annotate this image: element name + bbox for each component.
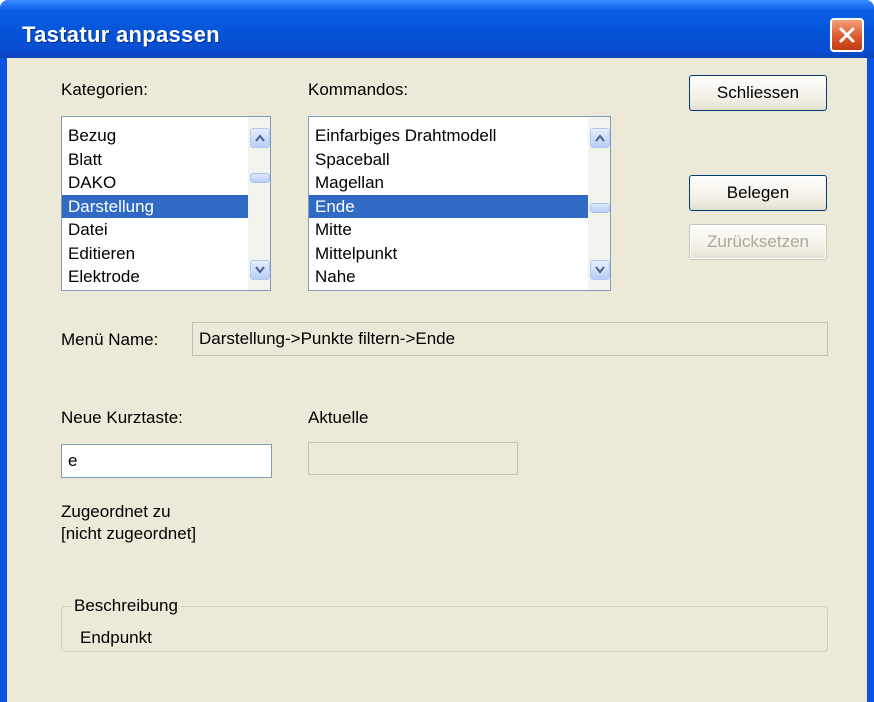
scroll-down-button[interactable] (250, 260, 270, 280)
scroll-thumb[interactable] (590, 203, 610, 213)
categories-label: Kategorien: (61, 80, 148, 99)
list-item[interactable]: Mittelpunkt (309, 242, 588, 266)
list-item[interactable]: Datei (62, 218, 248, 242)
list-item[interactable]: Mitte (309, 218, 588, 242)
menu-name-label: Menü Name: (61, 330, 159, 349)
scroll-down-button[interactable] (590, 260, 610, 280)
new-shortcut-input[interactable]: e (61, 444, 272, 478)
scroll-up-button[interactable] (250, 128, 270, 148)
new-shortcut-label: Neue Kurztaste: (61, 408, 183, 427)
title-bar[interactable]: Tastatur anpassen (0, 0, 874, 58)
dialog-window: Tastatur anpassen Kategorien: Bezug Blat… (0, 0, 874, 702)
close-icon (839, 27, 855, 43)
chevron-up-icon (255, 134, 265, 142)
list-item[interactable]: Spaceball (309, 148, 588, 172)
list-item[interactable]: Einfarbiges Drahtmodell (309, 124, 588, 148)
menu-name-field: Darstellung->Punkte filtern->Ende (192, 322, 828, 356)
window-title: Tastatur anpassen (22, 22, 220, 47)
chevron-down-icon (595, 266, 605, 274)
categories-listbox[interactable]: Bezug Blatt DAKO Darstellung Datei Editi… (61, 116, 271, 291)
scroll-up-button[interactable] (590, 128, 610, 148)
dialog-body: Kategorien: Bezug Blatt DAKO Darstellung… (7, 58, 867, 702)
close-button[interactable]: Schliessen (689, 75, 827, 111)
list-item[interactable]: DAKO (62, 171, 248, 195)
list-item[interactable]: Magellan (309, 171, 588, 195)
assigned-to-label: Zugeordnet zu (61, 502, 171, 521)
description-legend: Beschreibung (71, 596, 181, 616)
scroll-thumb[interactable] (250, 173, 270, 183)
assigned-to-value: [nicht zugeordnet] (61, 524, 197, 543)
list-item[interactable]: Blatt (62, 148, 248, 172)
list-item-selected[interactable]: Darstellung (62, 194, 248, 218)
list-item[interactable]: Bezug (62, 124, 248, 148)
list-item[interactable]: Elektrode (62, 265, 248, 289)
description-text: Endpunkt (80, 628, 152, 647)
reset-button[interactable]: Zurücksetzen (689, 224, 827, 260)
assign-button[interactable]: Belegen (689, 175, 827, 211)
close-window-button[interactable] (830, 18, 864, 52)
categories-list-items: Bezug Blatt DAKO Darstellung Datei Editi… (62, 117, 248, 290)
list-item[interactable]: Nahe (309, 265, 588, 289)
categories-scrollbar[interactable] (248, 117, 270, 290)
commands-scrollbar[interactable] (588, 117, 610, 290)
commands-listbox[interactable]: Einfarbiges Drahtmodell Spaceball Magell… (308, 116, 611, 291)
commands-list-items: Einfarbiges Drahtmodell Spaceball Magell… (309, 117, 588, 290)
current-shortcut-field (308, 442, 518, 475)
commands-label: Kommandos: (308, 80, 409, 99)
chevron-up-icon (595, 134, 605, 142)
current-shortcut-label: Aktuelle (308, 408, 369, 427)
list-item[interactable]: Editieren (62, 242, 248, 266)
chevron-down-icon (255, 266, 265, 274)
list-item-selected[interactable]: Ende (309, 194, 588, 218)
